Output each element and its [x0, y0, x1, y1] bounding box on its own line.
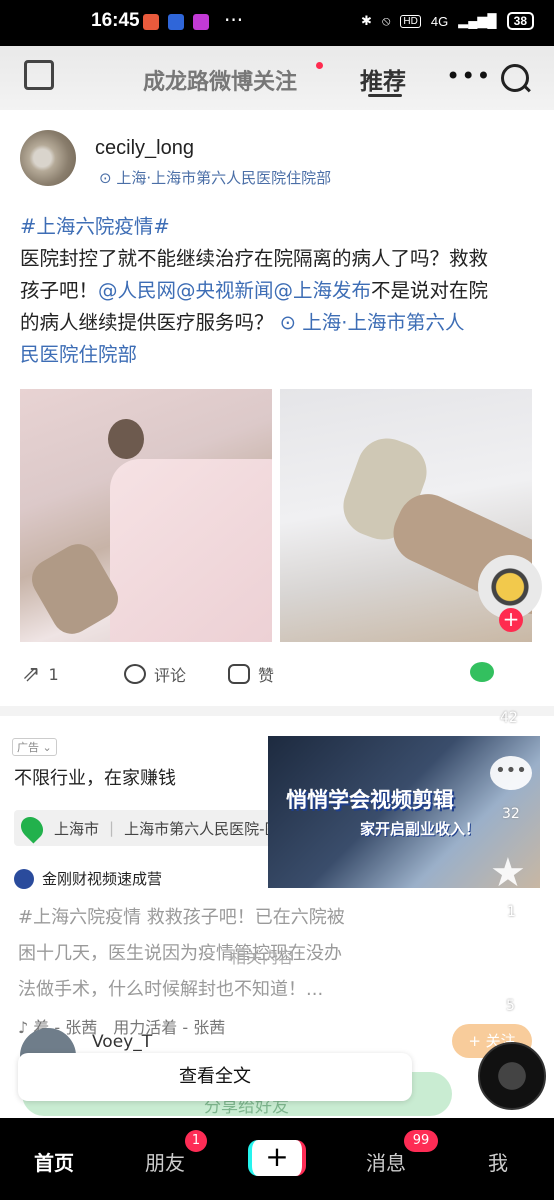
bottom-nav: 首页 朋友 1 + 消息 99 我	[0, 1118, 554, 1200]
post-location[interactable]: ⊙ 上海·上海市第六人民医院住院部	[99, 167, 331, 188]
mute-icon: ⦸	[381, 13, 391, 28]
post-text-line1: 医院封控了就不能继续治疗在院隔离的病人了吗？救救	[20, 247, 489, 270]
post-text-line2b: 不是说对在院	[371, 279, 489, 302]
post-username[interactable]: cecily_long	[95, 137, 194, 160]
hd-icon: HD	[400, 14, 421, 28]
favorite-count: 1	[507, 904, 516, 920]
more-notifications-icon: ···	[224, 8, 244, 32]
status-bar: 16:45 ··· ✱ ⦸ HD 4G ▂▄▆█ 38	[0, 0, 554, 46]
battery-level: 38	[506, 12, 534, 30]
post-actions: ⇗ 1 评论 赞	[0, 652, 554, 696]
map-pin-icon	[16, 812, 48, 844]
ad-loc-city: 上海市	[54, 819, 100, 838]
like-button[interactable]: 赞	[228, 662, 274, 686]
repost-button[interactable]: ⇗ 1	[22, 662, 59, 687]
comment-count: 32	[502, 806, 520, 822]
star-icon[interactable]: ★	[490, 850, 526, 896]
ad-author-avatar	[14, 868, 34, 889]
top-nav: 成龙路微博关注 推荐 •••	[0, 46, 554, 110]
post-card: cecily_long ⊙ 上海·上海市第六人民医院住院部 #上海六院疫情# 医…	[0, 110, 554, 706]
post-text-line2a: 孩子吧！	[20, 279, 99, 302]
caption-line1: #上海六院疫情 救救孩子吧！已在六院被	[18, 907, 345, 928]
like-label: 赞	[258, 666, 275, 685]
follow-plus-icon[interactable]: +	[499, 608, 523, 632]
create-plus-button[interactable]: +	[248, 1140, 306, 1176]
nav-me[interactable]: 我	[488, 1147, 508, 1176]
caption-line2: 困十几天，医生说因为疫情管控现在没办	[18, 943, 342, 964]
inline-location-text: 上海·上海市第六人	[302, 311, 465, 334]
caption-line3: 法做手术，什么时候解封也不知道！...	[18, 979, 324, 1000]
comment-label: 评论	[154, 666, 187, 685]
nav-home[interactable]: 首页	[34, 1147, 74, 1176]
inline-location-link[interactable]: ⊙ 上海·上海市第六人	[280, 311, 465, 334]
post-mentions[interactable]: @人民网@央视新闻@上海发布	[98, 279, 371, 302]
repost-count: 1	[48, 665, 59, 684]
zhihu-app-icon	[168, 14, 184, 30]
ad-image-headline: 悄悄学会视频剪辑	[286, 788, 454, 812]
status-time: 16:45	[91, 10, 140, 31]
ad-label: 广告 ⌄	[12, 738, 57, 756]
thumbs-up-icon	[228, 664, 250, 684]
heart-icon[interactable]: ♥	[490, 664, 524, 708]
home-app-icon	[143, 14, 159, 30]
avatar[interactable]	[20, 130, 76, 186]
tab-following[interactable]: 成龙路微博关注	[143, 64, 297, 96]
ad-author[interactable]: 金刚财视频速成营	[14, 868, 162, 889]
photo-head	[108, 419, 144, 459]
signal-icon: ▂▄▆█	[458, 13, 497, 28]
read-all-button[interactable]: 查看全文	[18, 1053, 412, 1101]
video-caption[interactable]: #上海六院疫情 救救孩子吧！已在六院被 困十几天，医生说因为疫情管控现在没办 法…	[18, 900, 398, 1008]
ad-tag-text: 广告	[17, 741, 39, 754]
screen: 16:45 ··· ✱ ⦸ HD 4G ▂▄▆█ 38 成龙路微博关注 推荐 •…	[0, 0, 554, 1200]
post-photo-patient[interactable]	[20, 389, 272, 642]
photo-blanket	[110, 459, 272, 642]
more-icon[interactable]: •••	[446, 62, 491, 90]
comment-icon	[124, 664, 146, 684]
music-disc-icon[interactable]	[478, 1042, 546, 1110]
share-arrow-icon[interactable]: ➦	[488, 950, 522, 996]
status-right: ✱ ⦸ HD 4G ▂▄▆█ 38	[361, 12, 534, 30]
post-hashtag[interactable]: #上海六院疫情#	[20, 215, 170, 238]
ad-image-subline: 家开启副业收入！	[360, 820, 481, 838]
like-count: 42	[500, 710, 518, 726]
comment-bubble-icon[interactable]: •••	[490, 756, 532, 790]
shop-app-icon	[193, 14, 209, 30]
tab-recommend[interactable]: 推荐	[360, 62, 406, 96]
ad-title[interactable]: 不限行业，在家赚钱	[14, 764, 176, 790]
video-author-name[interactable]: Voey_T	[92, 1032, 152, 1052]
ad-author-name: 金刚财视频速成营	[42, 870, 163, 888]
unread-dot	[316, 62, 323, 69]
share-count: 5	[506, 998, 515, 1014]
scan-icon[interactable]	[24, 60, 54, 90]
search-icon[interactable]	[501, 64, 529, 92]
active-tab-indicator	[368, 94, 402, 97]
repost-icon: ⇗	[22, 662, 41, 687]
ad-loc-divider: |	[109, 819, 115, 837]
nav-friends[interactable]: 朋友	[145, 1147, 185, 1176]
nav-inbox[interactable]: 消息	[366, 1147, 406, 1176]
friends-badge: 1	[185, 1130, 207, 1152]
post-text-line3: 的病人继续提供医疗服务吗？	[20, 311, 274, 334]
inbox-badge: 99	[404, 1130, 438, 1152]
post-body: #上海六院疫情# 医院封控了就不能继续治疗在院隔离的病人了吗？救救 孩子吧！@人…	[20, 211, 540, 371]
post-location-text: 上海·上海市第六人民医院住院部	[116, 169, 332, 187]
comment-button[interactable]: 评论	[124, 662, 186, 686]
location-pin-icon: ⊙	[99, 169, 112, 187]
network-type: 4G	[430, 13, 449, 29]
inline-location-line2[interactable]: 民医院住院部	[20, 339, 540, 371]
bluetooth-icon: ✱	[361, 13, 372, 28]
related-content[interactable]: 相关内容	[230, 944, 294, 968]
